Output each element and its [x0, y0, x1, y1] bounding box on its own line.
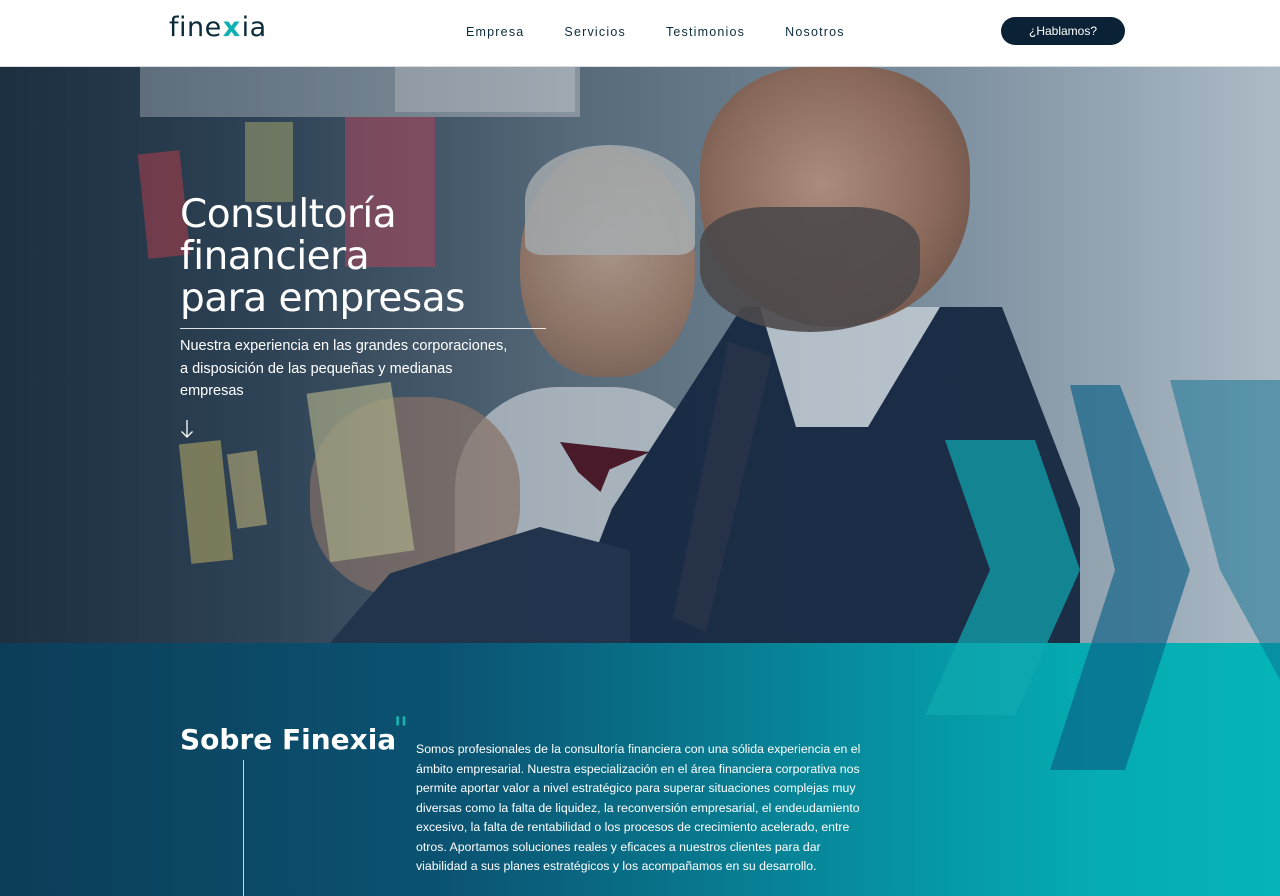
logo-mark: x: [222, 12, 241, 43]
about-title: Sobre Finexia: [180, 723, 397, 756]
logo-text-left: fine: [169, 12, 222, 43]
quote-icon: ": [393, 710, 409, 750]
logo-text-right: ia: [241, 12, 267, 43]
hero-title-line: Consultoría: [180, 192, 397, 237]
hero-subtitle: Nuestra experiencia en las grandes corpo…: [180, 338, 508, 399]
about-description: Somos profesionales de la consultoría fi…: [416, 742, 861, 873]
finexia-logo[interactable]: fine x ia: [169, 12, 267, 43]
site-header: fine x ia Empresa Servicios Testimonios …: [0, 0, 1280, 67]
main-nav: Empresa Servicios Testimonios Nosotros: [466, 25, 885, 39]
hero-title: Consultoría financiera para empresas: [180, 194, 465, 320]
chevron-shape: [925, 440, 1080, 715]
arrow-down-icon[interactable]: [180, 419, 194, 439]
hero-title-line: para empresas: [180, 276, 465, 321]
about-vertical-line: [243, 760, 244, 896]
nav-item-nosotros[interactable]: Nosotros: [785, 25, 845, 39]
finexia-x-graphic: [925, 380, 1280, 770]
hero-divider: [180, 328, 546, 329]
nav-item-empresa[interactable]: Empresa: [466, 25, 524, 39]
hero-title-line: financiera: [180, 234, 370, 279]
hablamos-button[interactable]: ¿Hablamos?: [1001, 17, 1125, 45]
chevron-shape: [1170, 380, 1280, 680]
nav-item-servicios[interactable]: Servicios: [564, 25, 626, 39]
nav-item-testimonios[interactable]: Testimonios: [666, 25, 745, 39]
